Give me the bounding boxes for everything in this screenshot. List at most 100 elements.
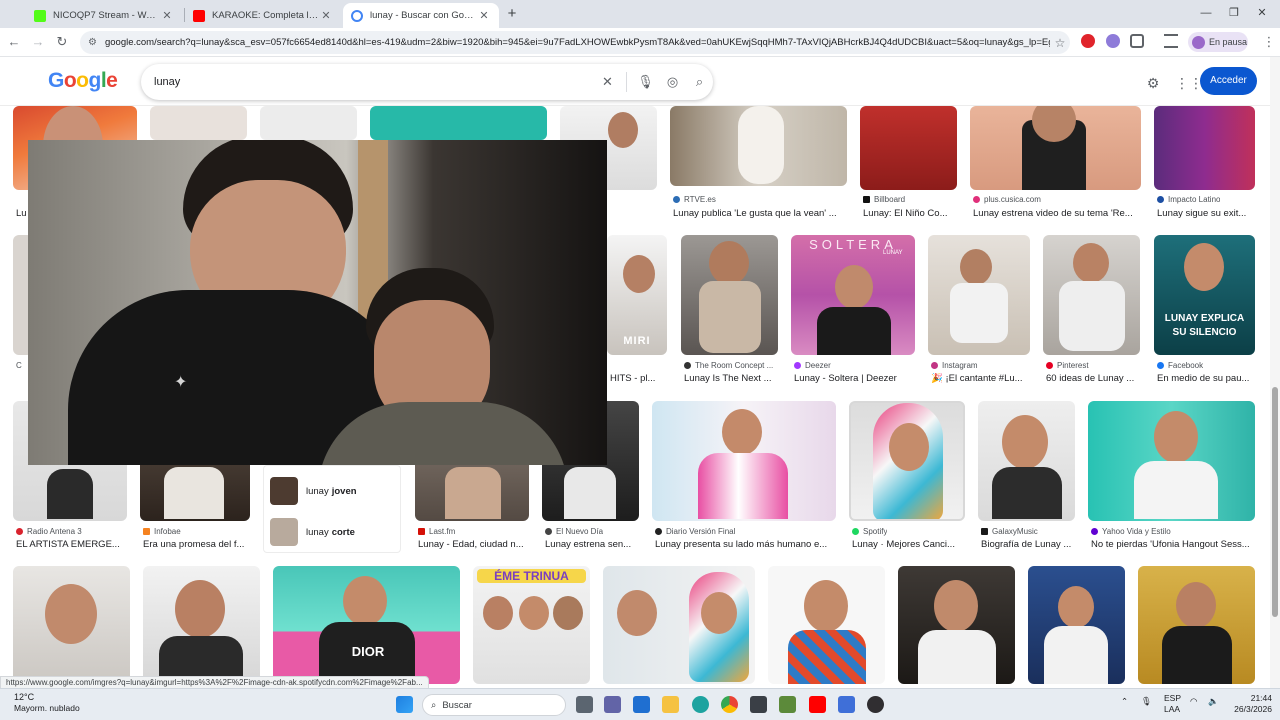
ai-extension-icon[interactable] [1106, 34, 1120, 48]
result-thumbnail[interactable] [143, 566, 260, 684]
address-bar[interactable]: ⚙ google.com/search?q=lunay&sca_esv=057f… [80, 31, 1070, 54]
lens-camera-icon[interactable]: ◎ [659, 74, 686, 90]
image-result[interactable]: LUNAY EXPLICA SU SILENCIO Facebook En me… [1154, 235, 1255, 387]
store-icon[interactable] [750, 696, 767, 713]
clear-icon[interactable]: ✕ [594, 74, 621, 90]
restore-icon[interactable]: ❐ [1224, 4, 1244, 22]
result-thumbnail[interactable]: LUNAY EXPLICA SU SILENCIO [1154, 235, 1255, 355]
result-thumbnail[interactable] [13, 566, 130, 684]
bookmark-star-icon[interactable]: ☆ [1050, 36, 1070, 50]
image-result[interactable]: plus.cusica.com Lunay estrena video de s… [970, 106, 1141, 221]
outlook-icon[interactable] [633, 696, 650, 713]
image-result[interactable]: Instagram 🎉 ¡El cantante #Lu... [928, 235, 1030, 387]
apps-grid-icon[interactable]: ⋮⋮ [1175, 74, 1203, 92]
result-thumbnail[interactable] [860, 106, 957, 190]
page-scrollbar[interactable] [1270, 57, 1280, 688]
result-thumbnail[interactable]: ÉME TRINUA [473, 566, 590, 684]
result-thumbnail[interactable] [768, 566, 885, 684]
extensions-puzzle-icon[interactable] [1130, 34, 1144, 48]
wifi-icon[interactable]: ◠ [1190, 696, 1197, 707]
result-thumbnail[interactable] [1138, 566, 1255, 684]
related-search-item[interactable]: lunay corte [270, 517, 396, 547]
image-result[interactable]: Billboard Lunay: El Niño Co... [860, 106, 957, 221]
windows-start-icon[interactable] [396, 696, 413, 713]
chrome-icon[interactable] [721, 696, 738, 713]
forward-icon[interactable]: → [29, 33, 47, 51]
search-icon[interactable]: ⌕ [686, 74, 713, 90]
image-result[interactable]: RTVE.es Lunay publica 'Le gusta que la v… [670, 106, 847, 221]
scrollbar-thumb[interactable] [1272, 387, 1278, 617]
search-input[interactable]: lunay [154, 76, 594, 88]
result-thumbnail[interactable] [928, 235, 1030, 355]
tab-youtube-karaoke[interactable]: KARAOKE: Completa la frase de Luna ✕ [185, 3, 341, 28]
result-thumbnail[interactable] [1154, 106, 1255, 190]
image-result[interactable]: MIRI HITS - pl... [607, 235, 667, 387]
profile-chip[interactable]: En pausa [1188, 32, 1248, 52]
result-thumbnail[interactable] [603, 566, 755, 684]
image-result[interactable] [143, 566, 260, 686]
result-thumbnail[interactable] [1088, 401, 1255, 521]
back-icon[interactable]: ← [5, 33, 23, 51]
close-window-icon[interactable]: ✕ [1252, 4, 1272, 22]
microphone-icon[interactable]: 🎙 [632, 74, 659, 90]
input-language[interactable]: ESP LAA [1164, 693, 1181, 715]
browser-menu-icon[interactable]: ⋮ [1260, 33, 1278, 51]
image-result[interactable] [898, 566, 1015, 686]
result-thumbnail[interactable] [670, 106, 847, 186]
result-thumbnail[interactable] [260, 106, 357, 140]
signin-button[interactable]: Acceder [1200, 67, 1257, 95]
close-tab-icon[interactable]: ✕ [319, 9, 333, 22]
file-explorer-icon[interactable] [662, 696, 679, 713]
result-thumbnail[interactable] [849, 401, 965, 521]
obs-icon[interactable] [867, 696, 884, 713]
site-info-icon[interactable]: ⚙ [88, 37, 97, 48]
close-tab-icon[interactable]: ✕ [477, 9, 491, 22]
image-result[interactable]: DIOR [273, 566, 460, 686]
tray-mic-icon[interactable]: 🎙 [1141, 696, 1152, 707]
edge-icon[interactable] [692, 696, 709, 713]
close-tab-icon[interactable]: ✕ [160, 9, 174, 22]
reading-list-icon[interactable] [1164, 34, 1178, 48]
search-box[interactable]: lunay ✕ 🎙 ◎ ⌕ [141, 64, 713, 100]
tab-kick-stream[interactable]: NICOQP7 Stream - Watch Live on Kick ✕ [26, 3, 182, 28]
image-result[interactable]: Diario Versión Final Lunay presenta su l… [652, 401, 836, 551]
weather-widget[interactable]: 12°C Mayorm. nublado [14, 692, 80, 714]
related-search-item[interactable]: lunay joven [270, 476, 396, 506]
image-result[interactable]: ÉME TRINUA [473, 566, 590, 686]
tab-google-search[interactable]: lunay - Buscar con Google ✕ [343, 3, 499, 28]
result-thumbnail[interactable] [1028, 566, 1125, 684]
image-result[interactable]: Pinterest 60 ideas de Lunay ... [1043, 235, 1140, 387]
result-thumbnail[interactable] [681, 235, 778, 355]
image-result[interactable] [1138, 566, 1255, 686]
image-result[interactable] [13, 566, 130, 686]
result-thumbnail[interactable] [652, 401, 836, 521]
youtube-app-icon[interactable] [809, 696, 826, 713]
image-result[interactable]: Spotify Lunay · Mejores Canci... [849, 401, 965, 551]
result-thumbnail[interactable] [970, 106, 1141, 190]
image-result[interactable]: GalaxyMusic Biografía de Lunay ... [978, 401, 1075, 551]
taskbar-search[interactable]: ⌕ Buscar [422, 694, 566, 716]
result-thumbnail[interactable]: MIRI [607, 235, 667, 355]
image-result[interactable]: SOLTERA LUNAY Deezer Lunay - Soltera | D… [791, 235, 915, 387]
new-tab-button[interactable]: + [504, 5, 520, 23]
result-thumbnail[interactable] [1043, 235, 1140, 355]
result-thumbnail[interactable]: SOLTERA LUNAY [791, 235, 915, 355]
reload-icon[interactable]: ↻ [53, 33, 71, 51]
result-thumbnail[interactable]: DIOR [273, 566, 460, 684]
image-result[interactable]: The Room Concept ... Lunay Is The Next .… [681, 235, 778, 387]
image-result[interactable]: Impacto Latino Lunay sigue su exit... [1154, 106, 1255, 221]
system-clock[interactable]: 21:44 26/3/2026 [1227, 693, 1272, 715]
task-view-icon[interactable] [576, 696, 593, 713]
result-thumbnail[interactable] [150, 106, 247, 140]
volume-icon[interactable]: 🔈 [1208, 696, 1219, 707]
minimize-icon[interactable]: — [1196, 4, 1216, 22]
image-result[interactable] [1028, 566, 1125, 686]
minecraft-icon[interactable] [779, 696, 796, 713]
result-thumbnail[interactable] [898, 566, 1015, 684]
adblock-extension-icon[interactable] [1081, 34, 1095, 48]
google-logo[interactable]: Google [48, 69, 118, 93]
settings-gear-icon[interactable]: ⚙ [1144, 74, 1162, 92]
result-thumbnail[interactable] [978, 401, 1075, 521]
result-thumbnail[interactable] [370, 106, 547, 140]
teams-icon[interactable] [604, 696, 621, 713]
